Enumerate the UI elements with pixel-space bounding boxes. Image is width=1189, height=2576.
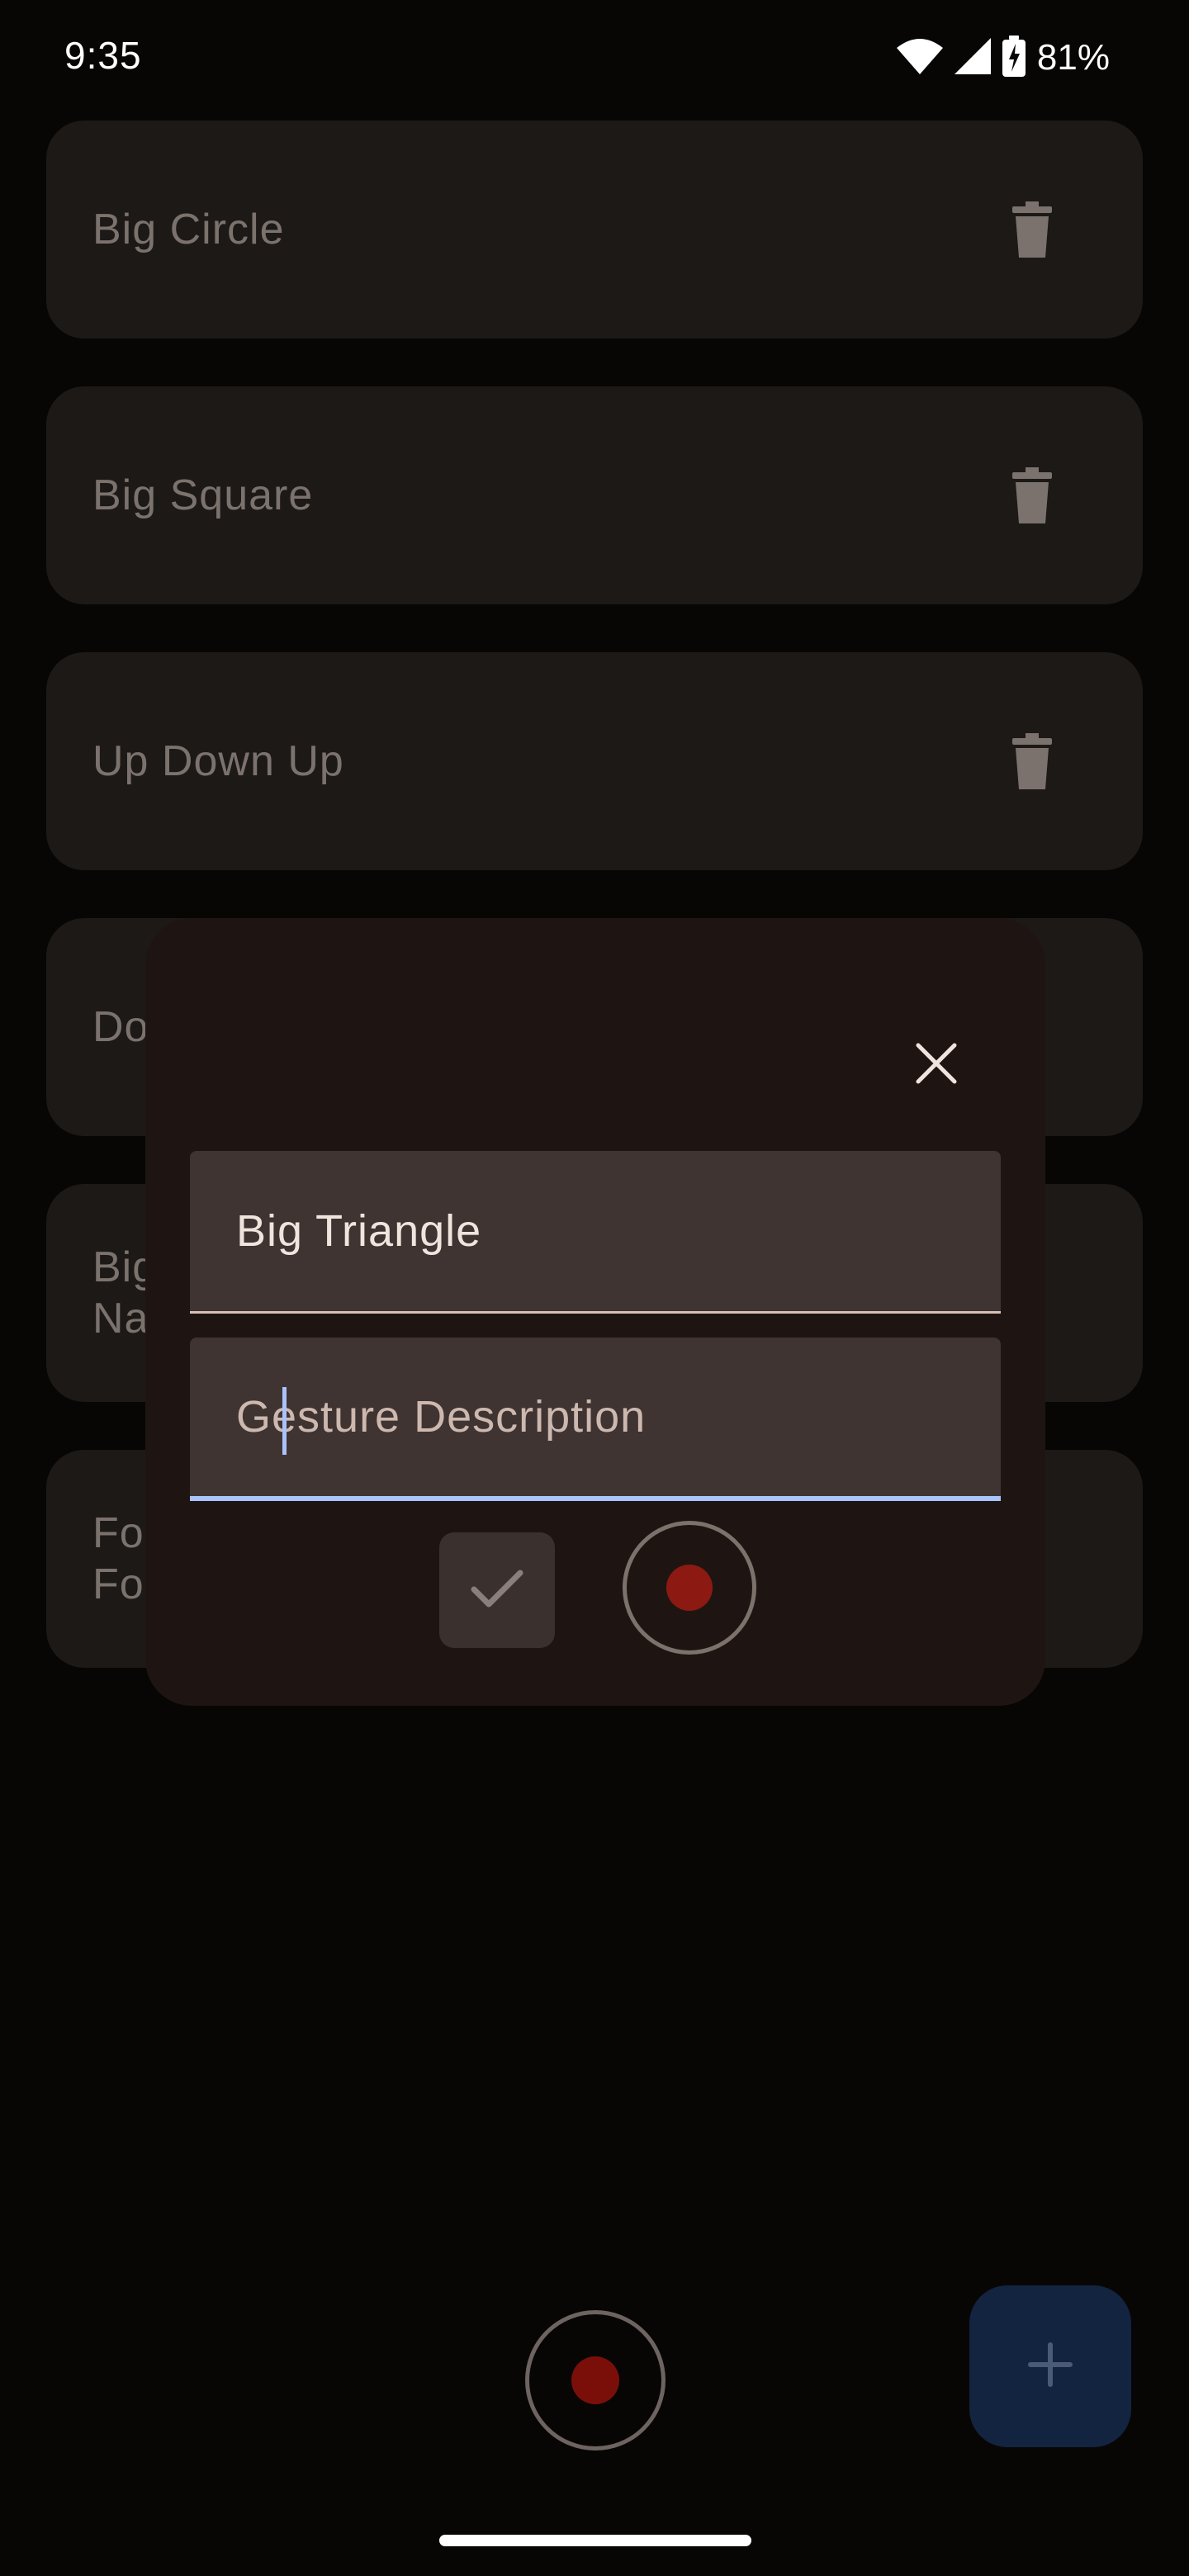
plus-icon xyxy=(1027,2342,1073,2392)
status-time: 9:35 xyxy=(64,34,142,77)
gesture-name: Fo Fo xyxy=(92,1509,144,1608)
wifi-icon xyxy=(896,38,943,78)
status-icons: 81% xyxy=(896,33,1110,83)
gesture-description-field[interactable] xyxy=(190,1338,1001,1501)
home-indicator[interactable] xyxy=(439,2535,751,2546)
check-icon xyxy=(471,1568,523,1613)
add-gesture-fab[interactable] xyxy=(969,2285,1131,2447)
gesture-description-input[interactable] xyxy=(190,1338,1001,1496)
battery-charging-icon xyxy=(1002,35,1026,81)
gesture-name: Big Square xyxy=(92,471,314,519)
status-bar: 9:35 81% xyxy=(0,0,1189,116)
gesture-card[interactable]: Big Square xyxy=(46,386,1143,604)
record-icon xyxy=(666,1565,713,1611)
cellular-signal-icon xyxy=(954,37,991,78)
gesture-name: Up Down Up xyxy=(92,737,344,785)
text-cursor xyxy=(282,1387,287,1455)
record-gesture-button[interactable] xyxy=(623,1521,756,1655)
gesture-card[interactable]: Up Down Up xyxy=(46,652,1143,870)
battery-percentage: 81% xyxy=(1036,37,1110,78)
gesture-name-input[interactable] xyxy=(190,1151,1001,1311)
gesture-name: Big Circle xyxy=(92,206,285,253)
record-button[interactable] xyxy=(525,2310,666,2451)
trash-icon[interactable] xyxy=(1012,201,1052,258)
gesture-card[interactable]: Big Circle xyxy=(46,121,1143,339)
confirm-button[interactable] xyxy=(439,1532,555,1648)
gesture-name-field[interactable] xyxy=(190,1151,1001,1314)
add-gesture-dialog xyxy=(145,918,1045,1706)
trash-icon[interactable] xyxy=(1012,467,1052,523)
gesture-name: Do xyxy=(92,1003,149,1051)
record-icon xyxy=(571,2356,619,2404)
trash-icon[interactable] xyxy=(1012,733,1052,789)
close-icon[interactable] xyxy=(907,1034,966,1093)
